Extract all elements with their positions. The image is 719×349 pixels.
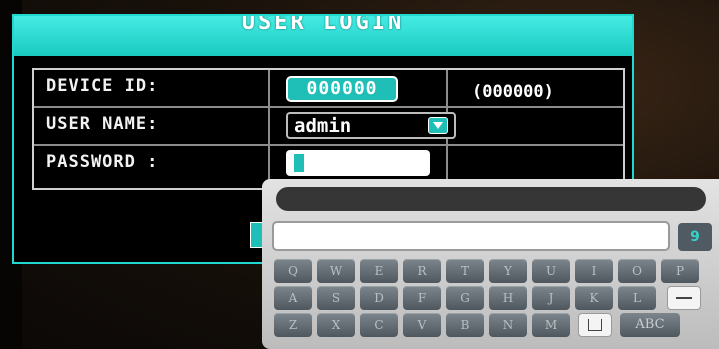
- key-s[interactable]: S: [317, 286, 355, 310]
- chevron-down-icon[interactable]: [428, 117, 448, 134]
- grid-divider: [34, 106, 623, 108]
- key-l[interactable]: L: [618, 286, 656, 310]
- enter-dash-icon: [676, 297, 692, 299]
- grid-divider: [268, 70, 270, 188]
- key-w[interactable]: W: [317, 259, 355, 283]
- key-h[interactable]: H: [489, 286, 527, 310]
- key-r[interactable]: R: [403, 259, 441, 283]
- on-screen-keyboard: 9 Q W E R T Y U I O P A S D F G H J K L …: [262, 179, 719, 349]
- user-name-label: USER NAME:: [46, 114, 159, 134]
- key-a[interactable]: A: [274, 286, 312, 310]
- key-o[interactable]: O: [618, 259, 656, 283]
- device-id-hint: (000000): [472, 82, 554, 102]
- login-form-grid: DEVICE ID: USER NAME: PASSWORD : 000000 …: [32, 68, 625, 190]
- key-b[interactable]: B: [446, 313, 484, 337]
- password-label: PASSWORD :: [46, 152, 159, 172]
- key-e[interactable]: E: [360, 259, 398, 283]
- device-id-label: DEVICE ID:: [46, 76, 159, 96]
- key-p[interactable]: P: [661, 259, 699, 283]
- number-mode-key[interactable]: 9: [678, 223, 712, 251]
- dialog-title: USER LOGIN: [241, 16, 405, 35]
- space-bracket-icon: [588, 319, 602, 331]
- abc-mode-key[interactable]: ABC: [620, 313, 680, 337]
- key-f[interactable]: F: [403, 286, 441, 310]
- key-g[interactable]: G: [446, 286, 484, 310]
- keyboard-input-field[interactable]: [272, 221, 670, 251]
- text-cursor: [294, 154, 304, 172]
- key-q[interactable]: Q: [274, 259, 312, 283]
- enter-key[interactable]: [667, 286, 701, 310]
- user-name-value: admin: [294, 115, 352, 137]
- user-name-select[interactable]: admin: [286, 112, 456, 139]
- key-n[interactable]: N: [489, 313, 527, 337]
- dialog-title-bar: USER LOGIN: [14, 16, 632, 56]
- key-j[interactable]: J: [532, 286, 570, 310]
- key-k[interactable]: K: [575, 286, 613, 310]
- key-v[interactable]: V: [403, 313, 441, 337]
- device-id-field[interactable]: 000000: [286, 76, 398, 102]
- key-m[interactable]: M: [532, 313, 570, 337]
- key-c[interactable]: C: [360, 313, 398, 337]
- key-x[interactable]: X: [317, 313, 355, 337]
- key-i[interactable]: I: [575, 259, 613, 283]
- key-y[interactable]: Y: [489, 259, 527, 283]
- key-z[interactable]: Z: [274, 313, 312, 337]
- keyboard-display-bar: [276, 187, 706, 211]
- key-d[interactable]: D: [360, 286, 398, 310]
- space-key[interactable]: [578, 313, 612, 337]
- key-u[interactable]: U: [532, 259, 570, 283]
- grid-divider: [34, 144, 623, 146]
- key-t[interactable]: T: [446, 259, 484, 283]
- password-field[interactable]: [286, 150, 430, 176]
